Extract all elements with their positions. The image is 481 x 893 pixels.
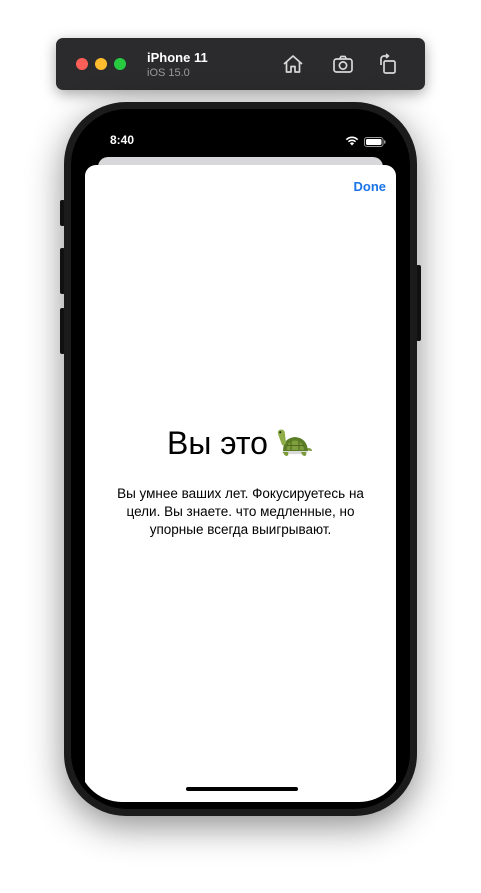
result-title-text: Вы это (167, 425, 268, 461)
battery-icon (364, 134, 386, 147)
simulator-window: iPhone 11 iOS 15.0 8:40 Done Вы это Вы у… (0, 0, 481, 893)
result-title: Вы это (85, 425, 396, 462)
home-indicator[interactable] (186, 787, 298, 791)
wifi-icon (345, 133, 359, 146)
zoom-window-button[interactable] (114, 58, 126, 70)
screenshot-icon[interactable] (331, 52, 355, 76)
status-time: 8:40 (110, 133, 135, 147)
close-window-button[interactable] (76, 58, 88, 70)
home-icon[interactable] (281, 52, 305, 76)
rotate-icon[interactable] (376, 52, 400, 76)
result-sheet: Done Вы это Вы умнее ваших лет. Фокусиру… (85, 165, 396, 802)
turtle-icon (274, 426, 314, 460)
result-description: Вы умнее ваших лет. Фокусируетесь на цел… (117, 486, 364, 537)
done-button[interactable]: Done (354, 179, 387, 194)
os-version: iOS 15.0 (147, 67, 190, 79)
simulator-toolbar: iPhone 11 iOS 15.0 (56, 38, 425, 90)
device-name: iPhone 11 (147, 50, 208, 65)
minimize-window-button[interactable] (95, 58, 107, 70)
phone-screen: 8:40 Done Вы это Вы умнее ваших лет. Фок… (78, 116, 403, 802)
